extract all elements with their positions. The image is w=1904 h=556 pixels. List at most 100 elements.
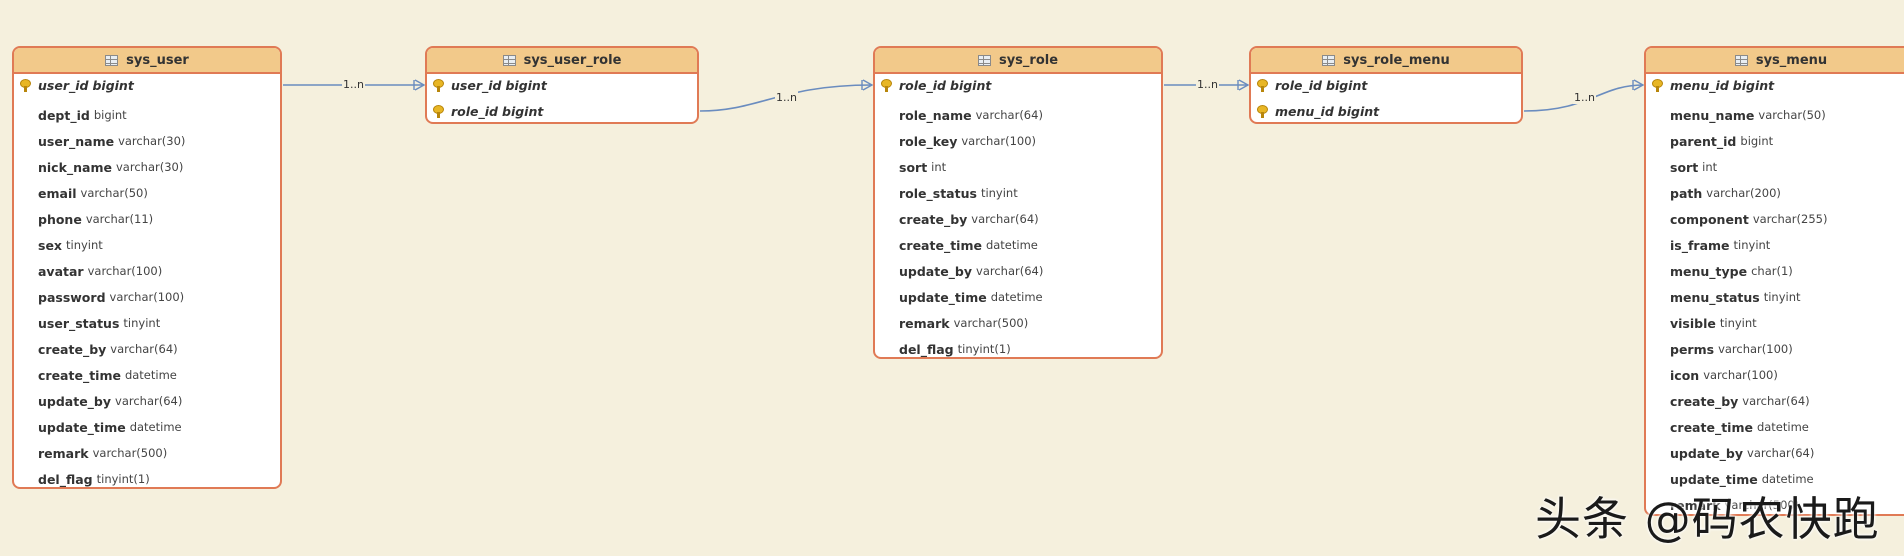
field-row[interactable]: avatar varchar(100) xyxy=(14,261,280,281)
field-name: sex xyxy=(38,237,62,253)
field-row[interactable]: update_by varchar(64) xyxy=(14,391,280,411)
field-row[interactable]: visible tinyint xyxy=(1646,313,1904,333)
key-shaft xyxy=(1656,86,1659,92)
pk-field-row[interactable]: role_id bigint xyxy=(427,101,697,121)
field-type: varchar(30) xyxy=(116,160,184,174)
pk-field-row[interactable]: user_id bigint xyxy=(14,75,280,95)
field-name: role_id xyxy=(899,77,946,93)
entity-header: sys_role_menu xyxy=(1251,48,1521,74)
field-row[interactable]: phone varchar(11) xyxy=(14,209,280,229)
field-row[interactable]: menu_status tinyint xyxy=(1646,287,1904,307)
field-row[interactable]: create_time datetime xyxy=(14,365,280,385)
field-name: role_id xyxy=(451,103,498,119)
field-row[interactable]: perms varchar(100) xyxy=(1646,339,1904,359)
field-row[interactable]: create_time datetime xyxy=(1646,417,1904,437)
field-row[interactable]: user_name varchar(30) xyxy=(14,131,280,151)
field-row[interactable]: update_time datetime xyxy=(14,417,280,437)
entity-title: sys_role_menu xyxy=(1343,52,1450,68)
field-row[interactable]: update_by varchar(64) xyxy=(1646,443,1904,463)
field-type: varchar(64) xyxy=(110,342,178,356)
field-row[interactable]: user_status tinyint xyxy=(14,313,280,333)
field-name: create_by xyxy=(899,211,968,227)
field-row[interactable]: menu_type char(1) xyxy=(1646,261,1904,281)
field-name: path xyxy=(1670,185,1703,201)
field-row[interactable]: del_flag tinyint(1) xyxy=(875,339,1161,357)
field-row[interactable]: component varchar(255) xyxy=(1646,209,1904,229)
field-type: tinyint(1) xyxy=(96,472,150,486)
field-type: int xyxy=(1702,160,1718,174)
pk-field-row[interactable]: menu_id bigint xyxy=(1646,75,1904,95)
entity-header: sys_role xyxy=(875,48,1161,74)
entity-sys-user[interactable]: sys_user user_id bigint dept_id bigint user_n… xyxy=(12,46,282,489)
entity-sys-menu[interactable]: sys_menu menu_id bigint menu_name varchar(50… xyxy=(1644,46,1904,516)
pk-field-row[interactable]: user_id bigint xyxy=(427,75,697,95)
field-row[interactable]: dept_id bigint xyxy=(14,105,280,125)
field-type: tinyint(1) xyxy=(957,342,1011,356)
field-row[interactable]: create_by varchar(64) xyxy=(875,209,1161,229)
field-row[interactable]: sex tinyint xyxy=(14,235,280,255)
field-type: varchar(11) xyxy=(85,212,154,226)
field-row[interactable]: remark varchar(500) xyxy=(875,313,1161,333)
field-row[interactable]: menu_name varchar(50) xyxy=(1646,105,1904,125)
field-type: bigint xyxy=(505,77,547,93)
pk-field-row[interactable]: role_id bigint xyxy=(875,75,1161,95)
entity-title: sys_user_role xyxy=(523,52,622,68)
table-icon xyxy=(502,54,516,66)
field-row[interactable]: role_name varchar(64) xyxy=(875,105,1161,125)
field-type: bigint xyxy=(93,108,127,122)
table-icon xyxy=(1322,54,1336,66)
entity-header: sys_menu xyxy=(1646,48,1904,74)
entity-title: sys_role xyxy=(998,52,1059,68)
field-row[interactable]: sort int xyxy=(1646,157,1904,177)
field-type: datetime xyxy=(124,368,177,382)
field-row[interactable]: is_frame tinyint xyxy=(1646,235,1904,255)
field-row[interactable]: path varchar(200) xyxy=(1646,183,1904,203)
field-type: tinyint xyxy=(1763,290,1801,304)
field-row[interactable]: create_by varchar(64) xyxy=(1646,391,1904,411)
field-row[interactable]: create_time datetime xyxy=(875,235,1161,255)
field-row[interactable]: role_key varchar(100) xyxy=(875,131,1161,151)
field-name: update_by xyxy=(1670,445,1744,461)
entity-sys-user-role[interactable]: sys_user_role user_id bigint role_id bigint xyxy=(425,46,699,124)
field-row[interactable]: remark varchar(500) xyxy=(14,443,280,463)
field-name: email xyxy=(38,185,77,201)
pk-field-row[interactable]: role_id bigint xyxy=(1251,75,1521,95)
field-name: update_by xyxy=(38,393,112,409)
field-row[interactable]: password varchar(100) xyxy=(14,287,280,307)
field-row[interactable]: role_status tinyint xyxy=(875,183,1161,203)
primary-key-icon xyxy=(433,79,445,92)
field-name: user_id xyxy=(451,77,502,93)
field-row[interactable]: update_by varchar(64) xyxy=(875,261,1161,281)
key-shaft xyxy=(885,86,888,92)
field-row[interactable]: email varchar(50) xyxy=(14,183,280,203)
table-icon xyxy=(105,54,119,66)
field-row[interactable]: nick_name varchar(30) xyxy=(14,157,280,177)
field-name: menu_id xyxy=(1670,77,1729,93)
cardinality-label: 1..n xyxy=(775,91,798,104)
field-name: create_time xyxy=(38,367,121,383)
field-name: update_by xyxy=(899,263,973,279)
field-name: remark xyxy=(899,315,950,331)
entity-sys-role[interactable]: sys_role role_id bigint role_name varchar(64… xyxy=(873,46,1163,359)
field-name: menu_type xyxy=(1670,263,1748,279)
field-name: create_by xyxy=(1670,393,1739,409)
field-row[interactable]: parent_id bigint xyxy=(1646,131,1904,151)
field-type: varchar(30) xyxy=(118,134,186,148)
cardinality-label: 1..n xyxy=(342,78,365,91)
field-row[interactable]: sort int xyxy=(875,157,1161,177)
field-row[interactable]: icon varchar(100) xyxy=(1646,365,1904,385)
field-type: varchar(64) xyxy=(1742,394,1810,408)
er-diagram-canvas: sys_user user_id bigint dept_id bigint user_n… xyxy=(0,0,1904,556)
field-type: tinyint xyxy=(1733,238,1771,252)
field-type: datetime xyxy=(990,290,1043,304)
field-row[interactable]: update_time datetime xyxy=(875,287,1161,307)
field-type: datetime xyxy=(1756,420,1809,434)
field-name: avatar xyxy=(38,263,84,279)
field-type: varchar(64) xyxy=(971,212,1039,226)
entity-sys-role-menu[interactable]: sys_role_menu role_id bigint menu_id bigint xyxy=(1249,46,1523,124)
pk-field-row[interactable]: menu_id bigint xyxy=(1251,101,1521,121)
field-type: varchar(64) xyxy=(976,264,1044,278)
field-row[interactable]: create_by varchar(64) xyxy=(14,339,280,359)
field-name: remark xyxy=(38,445,89,461)
field-row[interactable]: del_flag tinyint(1) xyxy=(14,469,280,487)
